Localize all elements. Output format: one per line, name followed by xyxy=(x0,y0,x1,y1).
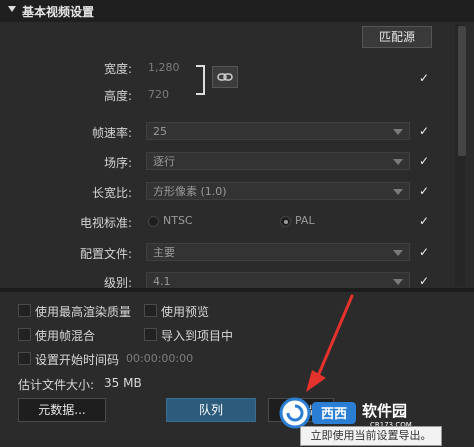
red-arrow-annotation xyxy=(306,294,354,392)
